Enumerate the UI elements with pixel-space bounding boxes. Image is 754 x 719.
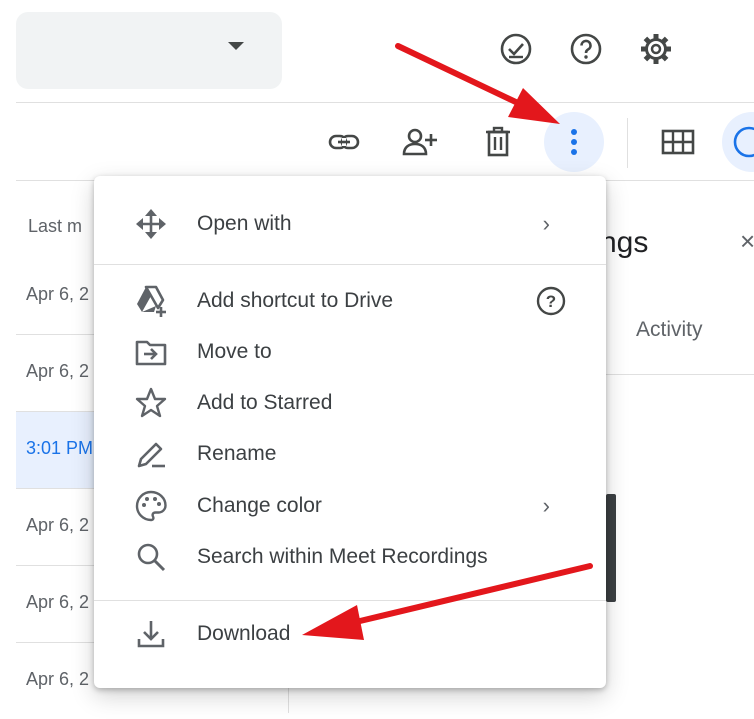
annotation-arrows	[302, 43, 593, 640]
annotation-arrow-to-more-button	[395, 43, 560, 124]
annotation-arrow-to-download	[302, 563, 593, 640]
